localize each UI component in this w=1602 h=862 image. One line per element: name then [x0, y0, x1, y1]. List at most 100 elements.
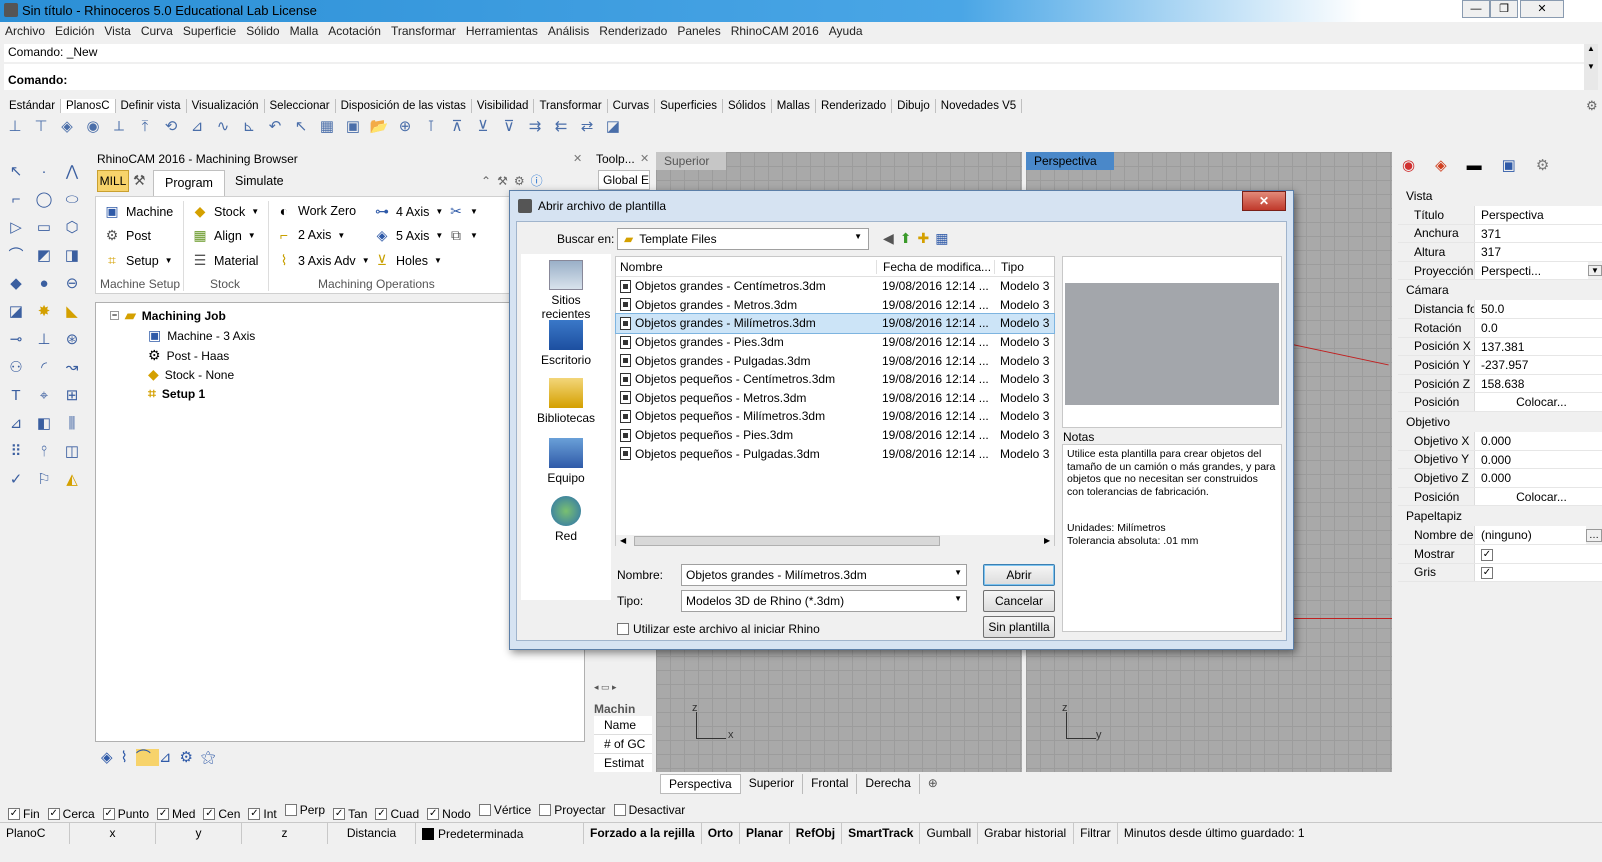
toolpath-icon[interactable]: ⌇	[121, 749, 136, 766]
osnap-checkbox[interactable]	[284, 804, 297, 816]
tab-visualizacion[interactable]: Visualización	[187, 99, 265, 113]
fillet-icon[interactable]: ⌒	[4, 244, 28, 268]
material-button[interactable]: ☰ Material	[192, 252, 259, 269]
menu-archivo[interactable]: Archivo	[0, 22, 50, 40]
cplane-back-icon[interactable]: ⇄	[576, 116, 598, 138]
analyze-icon[interactable]: ⊿	[4, 412, 28, 436]
cancel-button[interactable]: Cancelar	[983, 590, 1055, 612]
trim-icon[interactable]: ◣	[60, 300, 84, 324]
tab-mallas[interactable]: Mallas	[772, 99, 816, 113]
new-folder-icon[interactable]: ✚	[918, 230, 936, 246]
tab-simulate[interactable]: Simulate	[235, 174, 284, 188]
startup-checkbox[interactable]	[617, 623, 629, 635]
four-axis-button[interactable]: ⊶ 4 Axis ▼	[374, 203, 443, 220]
tab-novedades[interactable]: Novedades V5	[936, 99, 1023, 113]
display-icon[interactable]: ▬	[1467, 157, 1502, 174]
align-icon[interactable]: ⊥	[32, 328, 56, 352]
file-row[interactable]: Objetos grandes - Pulgadas.3dm 19/08/2016…	[616, 351, 1054, 370]
osnap-cuad[interactable]: ✓ Cuad	[375, 807, 419, 821]
osnap-checkbox[interactable]: ✓	[203, 808, 216, 820]
chevron-down-icon[interactable]: ▼	[1588, 265, 1602, 277]
props-gear-icon[interactable]: ⚙	[1536, 157, 1569, 174]
command-prompt[interactable]: Comando:	[4, 72, 1584, 90]
tab-curvas[interactable]: Curvas	[608, 99, 656, 113]
file-row[interactable]: Objetos grandes - Metros.3dm 19/08/2016 1…	[616, 296, 1054, 315]
wrench-icon[interactable]: ⚒	[497, 174, 514, 188]
mill-mode-button[interactable]: MILL	[97, 170, 129, 192]
osnap-fin[interactable]: ✓ Fin	[8, 807, 40, 821]
cplane-object-icon[interactable]: ◈	[56, 116, 78, 138]
browse-wallpaper-button[interactable]: …	[1586, 528, 1602, 542]
tab-program[interactable]: Program	[153, 170, 225, 196]
cplane-world-icon[interactable]: ⊕	[394, 116, 416, 138]
global-field[interactable]: Global E	[598, 170, 650, 190]
tab-visibilidad[interactable]: Visibilidad	[472, 99, 535, 113]
osnap-nodo[interactable]: ✓ Nodo	[427, 807, 471, 821]
osnap-checkbox[interactable]	[478, 804, 491, 816]
holes-button[interactable]: ⊻ Holes ▼	[374, 252, 442, 269]
polygon-icon[interactable]: ▷	[4, 216, 28, 240]
status-layer[interactable]: Predeterminada	[416, 823, 584, 844]
cplane-prev-icon[interactable]: ⇇	[550, 116, 572, 138]
cplane-left-icon[interactable]: ⊽	[498, 116, 520, 138]
maximize-button[interactable]: ❐	[1490, 0, 1518, 18]
menu-curva[interactable]: Curva	[136, 22, 178, 40]
text-icon[interactable]: T	[4, 384, 28, 408]
save-cplane-icon[interactable]: ▣	[342, 116, 364, 138]
render-icon[interactable]: ◧	[32, 412, 56, 436]
place-red[interactable]: Red	[526, 496, 606, 543]
setup-button[interactable]: ⌗ Setup ▼	[104, 252, 173, 269]
osnap-cen[interactable]: ✓ Cen	[203, 807, 240, 821]
tab-seleccionar[interactable]: Seleccionar	[265, 99, 336, 113]
cplane-3pt-icon[interactable]: ⟂	[108, 116, 130, 138]
stock-view-icon[interactable]: ◈	[101, 749, 121, 766]
file-row[interactable]: Objetos pequeños - Metros.3dm 19/08/2016 …	[616, 389, 1054, 408]
osnap-checkbox[interactable]	[539, 804, 552, 816]
align-button[interactable]: ▦ Align ▼	[192, 227, 255, 244]
osnap-checkbox[interactable]: ✓	[157, 808, 170, 820]
osnap-checkbox[interactable]: ✓	[375, 808, 388, 820]
col-tipo[interactable]: Tipo	[994, 259, 1050, 274]
tree-stock[interactable]: ◆ Stock - None	[148, 366, 234, 383]
status-ortho[interactable]: Orto	[702, 823, 741, 844]
close-toolpath-icon[interactable]: ✕	[640, 152, 649, 165]
circle-icon[interactable]: ◯	[32, 188, 56, 212]
cplane-next-icon[interactable]: ⇉	[524, 116, 546, 138]
file-list-scrollbar[interactable]: ◀ ▶	[616, 535, 1054, 547]
osnap-checkbox[interactable]: ✓	[248, 808, 261, 820]
mesh-icon[interactable]: ◪	[4, 300, 28, 324]
osnap-vértice[interactable]: Vértice	[478, 803, 531, 817]
tools-button[interactable]: ✂ ▼	[448, 203, 478, 220]
status-plane[interactable]: PlanoC	[0, 823, 70, 844]
menu-analisis[interactable]: Análisis	[543, 22, 594, 40]
osnap-checkbox[interactable]: ✓	[102, 808, 115, 820]
cplane-zaxis-icon[interactable]: ⤒	[134, 116, 156, 138]
select-icon[interactable]: ↖	[4, 160, 28, 184]
menu-solido[interactable]: Sólido	[241, 22, 284, 40]
cplane-origin-icon[interactable]: ⊤	[30, 116, 52, 138]
machine-button[interactable]: ▣ Machine	[104, 203, 173, 220]
arc-icon[interactable]: ◜	[32, 356, 56, 380]
tab-renderizado[interactable]: Renderizado	[816, 99, 893, 113]
cylinder-icon[interactable]: ⊖	[60, 272, 84, 296]
tab-superficies[interactable]: Superficies	[655, 99, 723, 113]
point-icon[interactable]: ·	[32, 160, 56, 184]
dimension-icon[interactable]: ⌖	[32, 384, 56, 408]
cplane-rotate-icon[interactable]: ⟲	[160, 116, 182, 138]
status-filter[interactable]: Filtrar	[1074, 823, 1118, 844]
add-viewport-icon[interactable]: ⊕	[920, 774, 946, 794]
status-smarttrack[interactable]: SmartTrack	[842, 823, 921, 844]
back-icon[interactable]: ◀	[883, 230, 900, 246]
col-nombre[interactable]: Nombre	[616, 260, 876, 274]
tree-machine[interactable]: ▣ Machine - 3 Axis	[148, 327, 255, 344]
vp-tab-perspectiva[interactable]: Perspectiva	[660, 774, 741, 794]
check-icon[interactable]: ✓	[4, 468, 28, 492]
osnap-cerca[interactable]: ✓ Cerca	[47, 807, 95, 821]
tab-solidos[interactable]: Sólidos	[723, 99, 772, 113]
menu-vista[interactable]: Vista	[99, 22, 135, 40]
col-fecha[interactable]: Fecha de modifica...	[876, 259, 994, 274]
status-gumball[interactable]: Gumball	[920, 823, 979, 844]
close-window-button[interactable]: ✕	[1520, 0, 1564, 18]
file-row[interactable]: Objetos pequeños - Pulgadas.3dm 19/08/201…	[616, 444, 1054, 463]
status-history[interactable]: Grabar historial	[978, 823, 1075, 844]
